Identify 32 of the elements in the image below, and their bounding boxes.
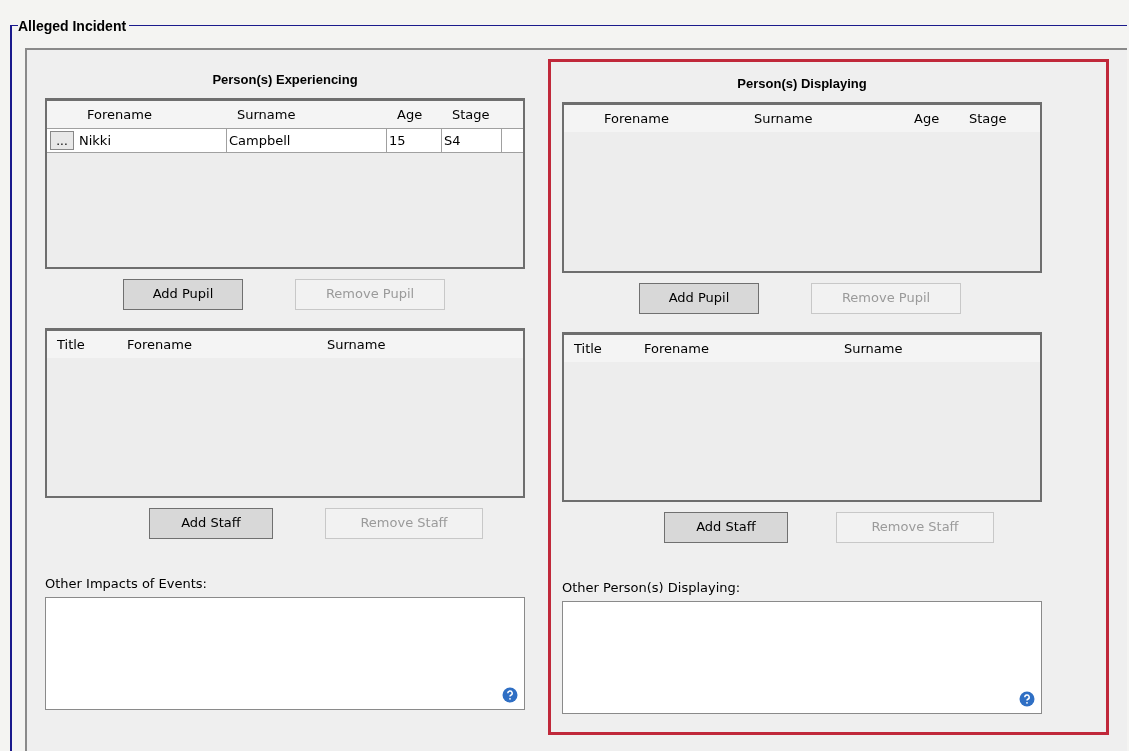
column-header: Title [56,335,86,354]
column-header: Surname [753,109,814,128]
panel-title: Person(s) Experiencing [211,71,359,89]
table-cell: 15 [387,129,442,152]
help-icon[interactable] [502,687,518,703]
field-label: Other Person(s) Displaying: [562,579,742,597]
column-header: Surname [236,105,297,124]
column-header: Age [396,105,424,124]
table-cell: Campbell [227,129,387,152]
column-header: Forename [86,105,153,124]
button[interactable]: Add Staff [149,507,273,539]
column-header: Stage [451,105,491,124]
column-header: Forename [603,109,670,128]
notes-field[interactable] [45,597,525,710]
row-button[interactable]: ... [50,131,74,150]
table-row[interactable]: ... Nikki Campbell 15 S4 [47,128,523,153]
help-icon[interactable] [1019,691,1035,707]
notes-field[interactable] [562,601,1042,714]
table-cell: Nikki [77,129,227,152]
column-header: Age [913,109,941,128]
table-cell: S4 [442,129,502,152]
column-header: Forename [643,339,710,358]
column-header: Surname [326,335,387,354]
panel-title: Person(s) Displaying [736,75,868,93]
column-header: Forename [126,335,193,354]
column-header: Stage [968,109,1008,128]
button[interactable]: Add Pupil [639,282,759,314]
column-header: Surname [843,339,904,358]
field-label: Other Impacts of Events: [45,575,208,593]
button[interactable]: Add Pupil [123,278,243,310]
column-header: Title [573,339,603,358]
button[interactable]: Add Staff [664,511,788,543]
